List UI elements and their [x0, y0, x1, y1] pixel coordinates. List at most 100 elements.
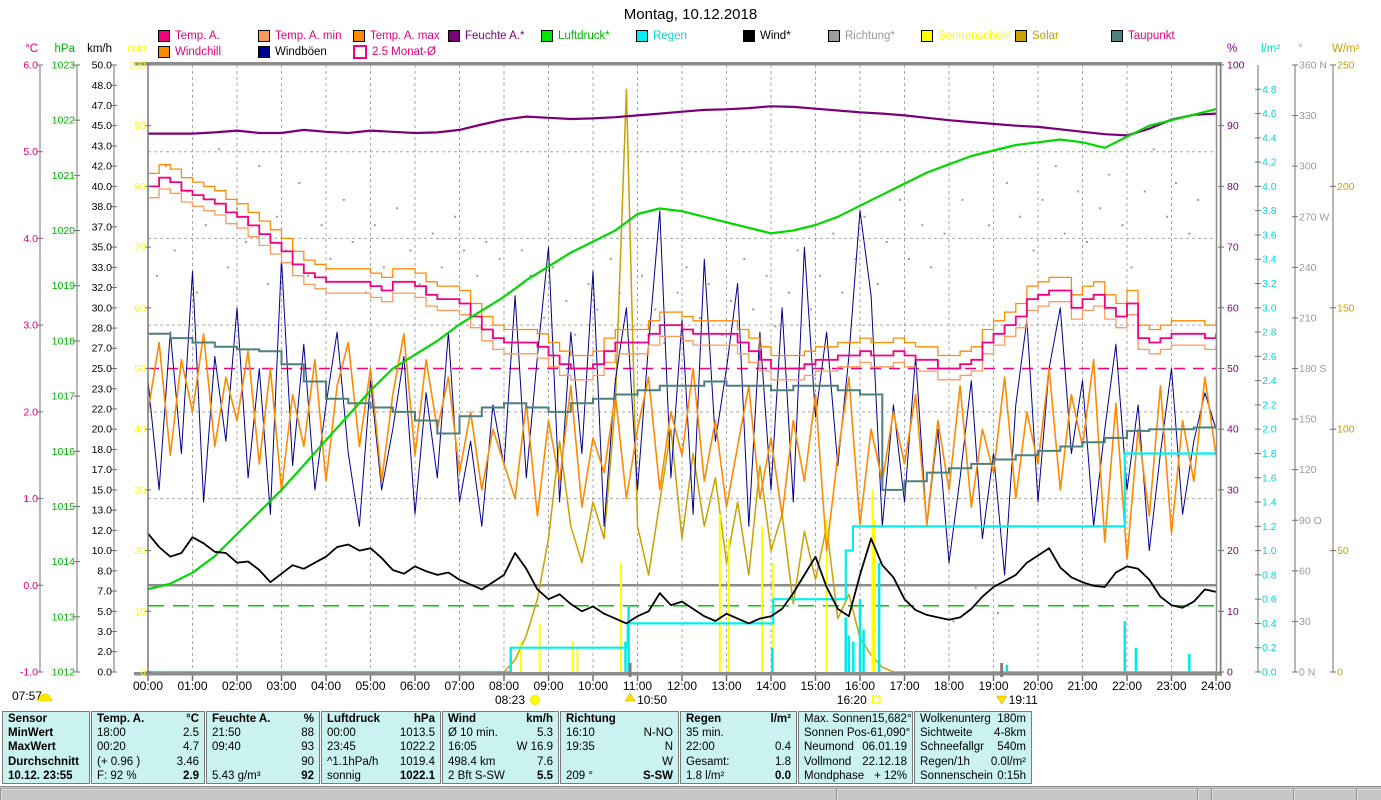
svg-text:10:50: 10:50: [637, 693, 667, 707]
table-group-feuchte-a-: Feuchte A.% 21:50 88 09:40 93 90 5.43 g/m³ 92: [206, 711, 320, 784]
tick-label: 13.0: [92, 505, 113, 517]
cell-value: %: [303, 713, 314, 726]
cell-label: Luftdruck: [327, 713, 381, 726]
cell-label: 19:35: [566, 741, 595, 754]
cell-value: 540m: [997, 741, 1026, 754]
group-header: Temp. A. °C: [92, 712, 204, 726]
table-row: 21:50 88: [207, 726, 319, 740]
x-tick-label: 10:00: [578, 679, 608, 693]
statusbar-segment-3: [1211, 788, 1294, 800]
tick-label: 42.0: [92, 161, 113, 173]
cell-label: Richtung: [566, 713, 616, 726]
tick-label: 270 W: [1299, 211, 1329, 223]
tick-label: 40.0: [92, 181, 113, 193]
cell-label: Regen: [686, 713, 722, 726]
axis-unit-label: l/m²: [1261, 43, 1280, 55]
x-tick-label: 17:00: [889, 679, 919, 693]
table-group-wind: Wind km/h Ø 10 min. 5.3 16:05 W 16.9 498.4 km 7…: [442, 711, 559, 784]
tick-label: 70: [1227, 242, 1239, 254]
tick-label: 23.0: [92, 383, 113, 395]
table-row: Mondphase + 12%: [799, 769, 912, 783]
tick-label: 1016: [52, 446, 76, 458]
cell-value: 90: [301, 755, 314, 768]
sun-below-horizon-icon: [872, 695, 881, 704]
cell-value: + 12%: [874, 769, 907, 782]
tick-label: 300: [1299, 161, 1317, 173]
tick-label: 2.8: [1262, 327, 1277, 339]
cell-label: Wolkenunterg: [920, 713, 991, 726]
group-header: Feuchte A.%: [207, 712, 319, 726]
x-tick-label: 18:00: [934, 679, 964, 693]
tick-label: 1012: [52, 667, 76, 679]
tick-label: 1.0: [23, 493, 38, 505]
tick-label: 4.0: [23, 233, 38, 245]
cell-label: 16:05: [448, 741, 477, 754]
table-row: ^1.1hPa/h 1019.4: [322, 755, 440, 769]
axis-unit-label: %: [1227, 43, 1237, 55]
tick-label: 3.8: [1262, 205, 1277, 217]
cell-label: 22:00: [686, 741, 715, 754]
x-tick-label: 12:00: [667, 679, 697, 693]
svg-text:16:20: 16:20: [837, 693, 867, 707]
tick-label: 2.0: [23, 406, 38, 418]
cell-value: 88: [301, 727, 314, 740]
tick-label: 10: [134, 606, 146, 618]
cell-value: 1022.1: [399, 769, 435, 782]
cell-label: Wind: [448, 713, 476, 726]
tick-label: 0 N: [1299, 667, 1315, 679]
table-row-headers: Sensor MinWert MaxWert Durchschnitt 10.12. 2…: [2, 711, 90, 784]
cell-label: Ø 10 min.: [448, 727, 498, 740]
tick-label: 50: [1337, 545, 1349, 557]
x-tick-label: 04:00: [311, 679, 341, 693]
table-row: 2 Bft S-SW 5.5: [443, 769, 558, 783]
tick-label: 2.0: [97, 646, 112, 658]
tick-label: 0.6: [1262, 594, 1277, 606]
tick-label: 20: [1227, 545, 1239, 557]
moonrise-arrow-icon: [624, 692, 636, 702]
cell-value: km/h: [526, 713, 553, 726]
tick-label: 3.4: [1262, 254, 1277, 266]
cell-label: 2 Bft S-SW: [448, 769, 505, 782]
cell-label: Sensor: [8, 713, 47, 726]
weather-chart[interactable]: °C hPa km/h min% l/m² ° W/m² 6.0 5.0 4.0 3.0 2.0 1.0…: [0, 0, 1381, 711]
cell-label: 18:00: [97, 727, 126, 740]
sun-icon: [530, 695, 541, 705]
tick-label: 15.0: [92, 484, 113, 496]
tick-label: 4.0: [1262, 181, 1277, 193]
cell-value: 4.7: [183, 741, 199, 754]
tick-label: 240: [1299, 262, 1317, 274]
tick-label: 3.6: [1262, 229, 1277, 241]
cell-value: hPa: [413, 713, 435, 726]
statusbar-segment-0: [0, 788, 837, 800]
tick-label: 1020: [52, 225, 76, 237]
group-header: Luftdruck hPa: [322, 712, 440, 726]
tick-label: 1022: [52, 115, 76, 127]
table-row: 19:35 N: [561, 740, 678, 754]
cell-label: 35 min.: [686, 727, 724, 740]
tick-label: 30: [134, 484, 146, 496]
cell-label: 21:50: [212, 727, 241, 740]
cell-value: W: [662, 755, 673, 768]
statusbar-segment-2: [1197, 788, 1212, 800]
table-row: Vollmond 22.12.18: [799, 755, 912, 769]
tick-label: 12.0: [92, 525, 113, 537]
tick-label: 1015: [52, 501, 76, 513]
tick-label: 1013: [52, 611, 76, 623]
tick-label: 0.8: [1262, 569, 1277, 581]
tick-label: 0: [1337, 667, 1343, 679]
tick-label: 100: [1337, 424, 1355, 436]
tick-label: -1.0: [20, 667, 38, 679]
tick-label: 60: [1227, 302, 1239, 314]
x-tick-label: 22:00: [1112, 679, 1142, 693]
tick-label: 1014: [52, 556, 76, 568]
group-header: Regen l/m²: [681, 712, 796, 726]
cell-value: 1019.4: [399, 755, 435, 768]
table-row: 35 min.: [681, 726, 796, 740]
status-bar: [0, 786, 1381, 800]
cell-label: 10.12. 23:55: [8, 769, 73, 782]
svg-text:19:11: 19:11: [1009, 693, 1038, 707]
cell-label: Regen/1h: [920, 755, 970, 768]
svg-text:08:23: 08:23: [495, 693, 525, 707]
x-tick-label: 00:00: [133, 679, 163, 693]
statusbar-segment-5: [1356, 788, 1381, 800]
